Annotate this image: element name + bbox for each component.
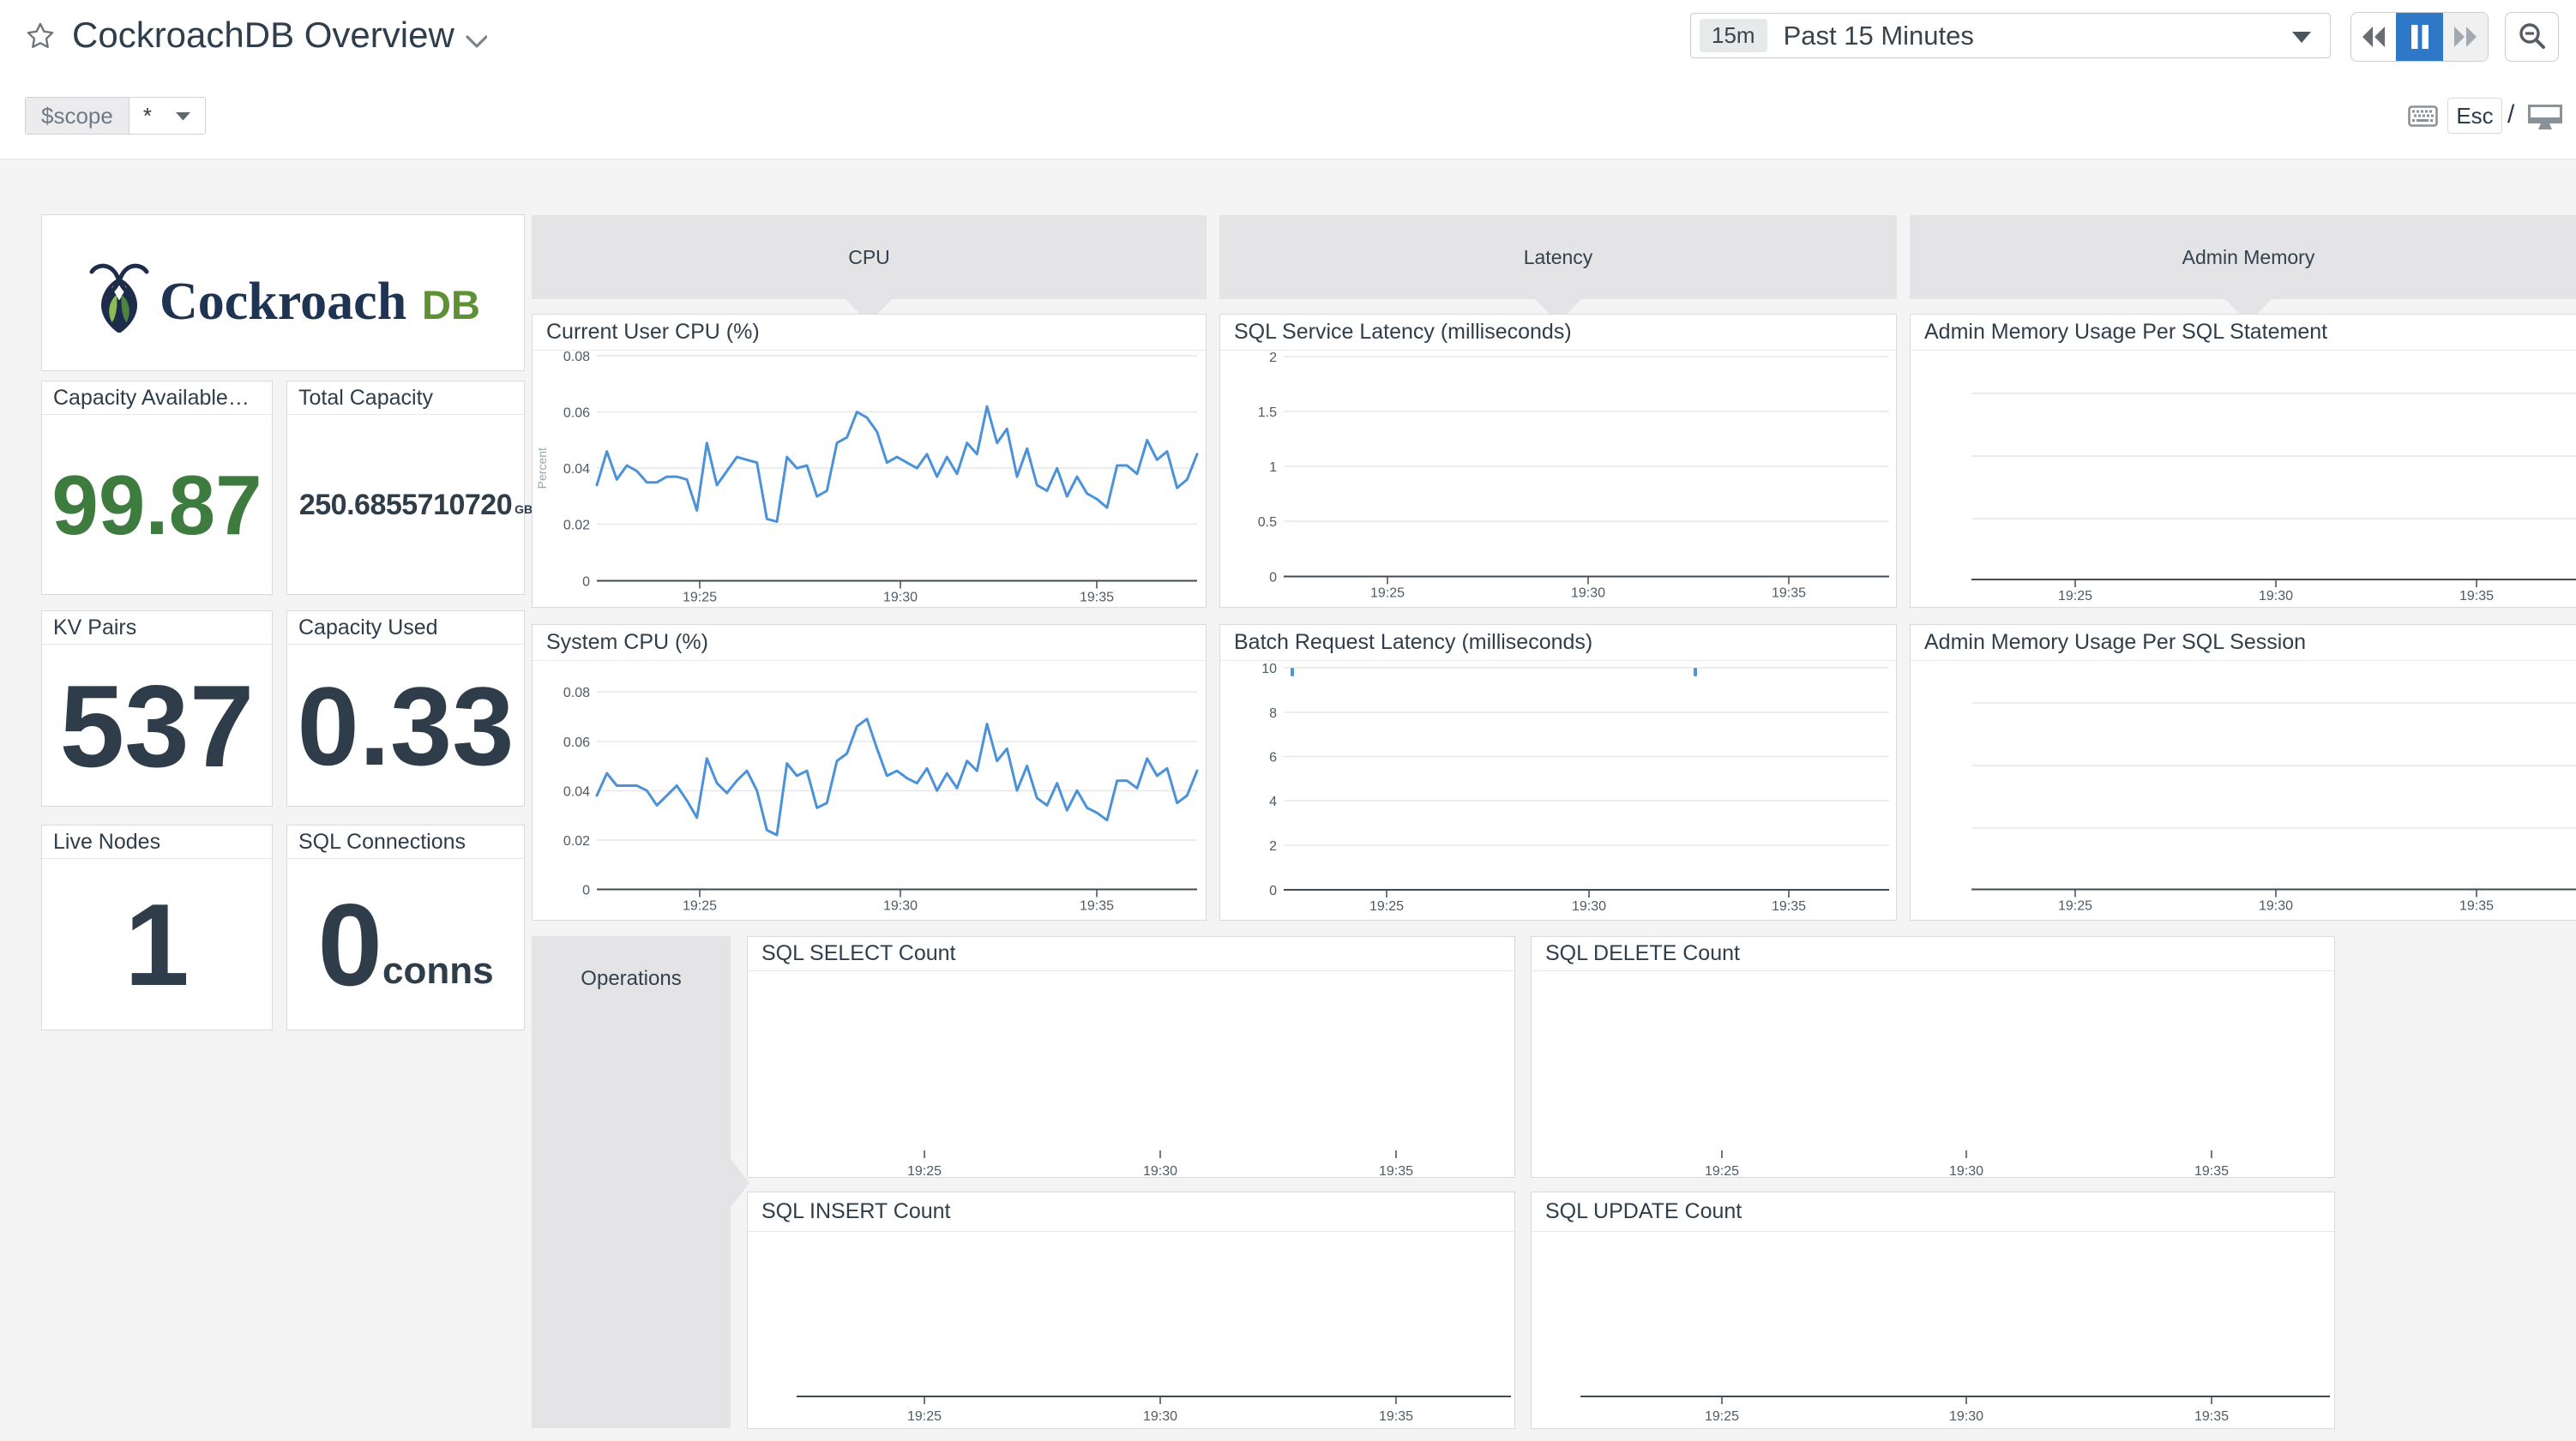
svg-text:19:30: 19:30 [2259,589,2293,603]
svg-text:10: 10 [1261,662,1277,676]
svg-text:19:25: 19:25 [907,1164,942,1177]
svg-text:0.02: 0.02 [563,834,590,849]
svg-text:19:35: 19:35 [2459,589,2494,603]
svg-text:1: 1 [1269,460,1277,475]
svg-text:19:35: 19:35 [1379,1164,1413,1177]
svg-text:19:25: 19:25 [683,899,717,914]
svg-text:19:35: 19:35 [1080,899,1114,914]
svg-text:0.04: 0.04 [563,462,590,477]
svg-text:19:35: 19:35 [2194,1164,2229,1177]
svg-text:19:25: 19:25 [2058,899,2092,914]
svg-text:19:35: 19:35 [1772,586,1806,601]
svg-text:19:35: 19:35 [1772,899,1806,914]
svg-text:19:30: 19:30 [1949,1164,1983,1177]
svg-text:6: 6 [1269,751,1277,766]
svg-text:1.5: 1.5 [1258,405,1277,420]
svg-text:0.08: 0.08 [563,351,590,364]
svg-text:0: 0 [582,575,590,590]
svg-text:0: 0 [1269,571,1277,585]
svg-text:0.5: 0.5 [1258,515,1277,530]
svg-text:19:30: 19:30 [1143,1409,1177,1424]
svg-text:8: 8 [1269,706,1277,721]
svg-text:19:25: 19:25 [1369,899,1404,914]
svg-text:19:30: 19:30 [1143,1164,1177,1177]
svg-text:19:30: 19:30 [1572,899,1606,914]
svg-text:19:25: 19:25 [683,591,717,605]
svg-text:19:30: 19:30 [1949,1409,1983,1424]
svg-text:19:35: 19:35 [2459,899,2494,914]
svg-text:19:35: 19:35 [1080,591,1114,605]
svg-text:0.06: 0.06 [563,736,590,750]
svg-text:19:25: 19:25 [1370,586,1405,601]
svg-text:19:25: 19:25 [907,1409,942,1424]
svg-text:19:30: 19:30 [883,591,918,605]
svg-text:19:35: 19:35 [2194,1409,2229,1424]
svg-text:19:25: 19:25 [1705,1409,1739,1424]
svg-text:0: 0 [1269,884,1277,898]
svg-text:0.08: 0.08 [563,686,590,700]
svg-text:2: 2 [1269,351,1277,365]
svg-text:19:25: 19:25 [1705,1164,1739,1177]
svg-text:0.04: 0.04 [563,785,590,800]
svg-text:2: 2 [1269,839,1277,854]
svg-text:19:30: 19:30 [883,899,918,914]
svg-text:0.02: 0.02 [563,519,590,533]
svg-text:0.06: 0.06 [563,406,590,421]
svg-text:19:25: 19:25 [2058,589,2092,603]
svg-text:4: 4 [1269,795,1277,809]
svg-text:0: 0 [582,884,590,898]
svg-text:19:30: 19:30 [1571,586,1605,601]
svg-text:DB: DB [422,282,480,327]
svg-text:Percent: Percent [535,447,549,489]
svg-text:Cockroach: Cockroach [159,273,406,331]
svg-text:19:35: 19:35 [1379,1409,1413,1424]
svg-text:19:30: 19:30 [2259,899,2293,914]
